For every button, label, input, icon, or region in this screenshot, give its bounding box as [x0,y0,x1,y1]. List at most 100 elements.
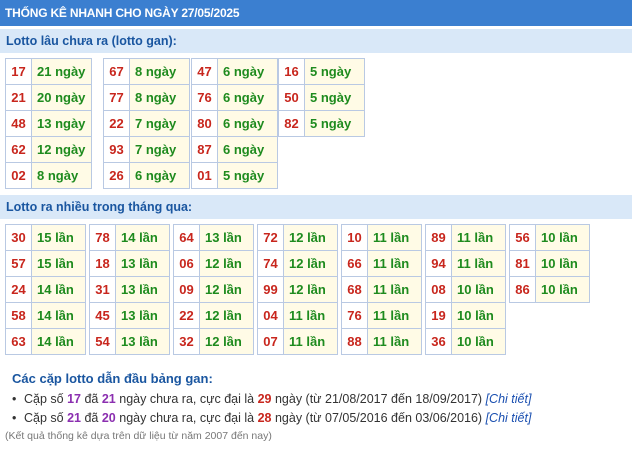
footnote: (Kết quả thống kê dựa trên dữ liệu từ nă… [5,430,272,442]
lotto-number: 64 [173,224,200,251]
pair-text: ngày chưa ra, cực đại là [115,392,258,406]
lotto-number: 26 [103,162,130,189]
lotto-count: 6 ngày [217,136,278,163]
table-row: 02 8 ngày [5,162,92,189]
lotto-count: 13 lần [115,276,170,303]
lotto-number: 62 [5,136,32,163]
detail-link[interactable]: [Chi tiết] [486,411,532,425]
pairs-title: Các cặp lotto dẫn đầu bảng gan: [12,371,213,386]
table-row: 88 11 lần [341,328,422,355]
table-row: 80 6 ngày [191,110,278,137]
lotto-count: 13 lần [115,302,170,329]
table-row: 08 10 lần [425,276,506,303]
lotto-number: 54 [89,328,116,355]
table-row: 04 11 lần [257,302,338,329]
table-row: 76 6 ngày [191,84,278,111]
lotto-number: 56 [509,224,536,251]
table-row: 47 6 ngày [191,58,278,85]
lotto-number: 22 [103,110,130,137]
table-row: 06 12 lần [173,250,254,277]
lotto-number: 67 [103,58,130,85]
lotto-table: 30 15 lần 57 15 lần 24 14 lần 58 14 lần 63 14 lần [5,224,86,355]
lotto-table: 67 8 ngày 77 8 ngày 22 7 ngày 93 7 ngày 26 6 ngày [103,58,190,189]
lotto-number: 47 [191,58,218,85]
lotto-count: 11 lần [283,302,338,329]
lotto-count: 12 lần [199,328,254,355]
pair-days: 20 [101,411,116,425]
table-row: 63 14 lần [5,328,86,355]
table-row: 22 7 ngày [103,110,190,137]
lotto-number: 45 [89,302,116,329]
lotto-number: 86 [509,276,536,303]
lotto-table: 56 10 lần 81 10 lần 86 10 lần [509,224,590,303]
lotto-number: 94 [425,250,452,277]
table-row: 50 5 ngày [278,84,365,111]
lotto-number: 09 [173,276,200,303]
lotto-table: 89 11 lần 94 11 lần 08 10 lần 19 10 lần 36 10 lần [425,224,506,355]
table-row: 74 12 lần [257,250,338,277]
pair-range: ngày (từ 07/05/2016 đến 03/06/2016) [271,411,486,425]
lotto-number: 63 [5,328,32,355]
lotto-count: 10 lần [535,250,590,277]
lotto-number: 48 [5,110,32,137]
gan-section-title: Lotto lâu chưa ra (lotto gan): [0,29,632,53]
lotto-number: 76 [191,84,218,111]
table-row: 18 13 lần [89,250,170,277]
lotto-number: 80 [191,110,218,137]
lotto-count: 5 ngày [304,58,365,85]
lotto-count: 11 lần [367,328,422,355]
pair-text: Cặp số [24,411,68,425]
lotto-number: 07 [257,328,284,355]
lotto-number: 30 [5,224,32,251]
lotto-count: 10 lần [451,302,506,329]
detail-link[interactable]: [Chi tiết] [486,392,532,406]
lotto-table: 47 6 ngày 76 6 ngày 80 6 ngày 87 6 ngày 01 5 ngày [191,58,278,189]
lotto-table: 17 21 ngày 21 20 ngày 48 13 ngày 62 12 ngày 02 8 … [5,58,92,189]
lotto-table: 72 12 lần 74 12 lần 99 12 lần 04 11 lần 07 11 lần [257,224,338,355]
lotto-number: 68 [341,276,368,303]
pair-text: đã [81,411,102,425]
table-row: 09 12 lần [173,276,254,303]
table-row: 24 14 lần [5,276,86,303]
lotto-number: 36 [425,328,452,355]
lotto-number: 31 [89,276,116,303]
list-item: • Cặp số 21 đã 20 ngày chưa ra, cực đại l… [12,409,531,428]
lotto-count: 10 lần [535,224,590,251]
lotto-number: 19 [425,302,452,329]
table-row: 93 7 ngày [103,136,190,163]
table-row: 58 14 lần [5,302,86,329]
table-row: 76 11 lần [341,302,422,329]
table-row: 82 5 ngày [278,110,365,137]
lotto-count: 6 ngày [217,58,278,85]
table-row: 36 10 lần [425,328,506,355]
pair-range: ngày (từ 21/08/2017 đến 18/09/2017) [271,392,486,406]
pair-max: 29 [257,392,272,406]
table-row: 22 12 lần [173,302,254,329]
table-row: 01 5 ngày [191,162,278,189]
lotto-number: 02 [5,162,32,189]
lotto-number: 06 [173,250,200,277]
lotto-count: 15 lần [31,224,86,251]
lotto-number: 66 [341,250,368,277]
table-row: 16 5 ngày [278,58,365,85]
lotto-count: 20 ngày [31,84,92,111]
lotto-count: 11 lần [367,302,422,329]
lotto-count: 12 lần [199,302,254,329]
lotto-count: 13 lần [115,328,170,355]
table-row: 21 20 ngày [5,84,92,111]
lotto-number: 18 [89,250,116,277]
lotto-count: 13 ngày [31,110,92,137]
pair-number: 17 [67,392,81,406]
lotto-count: 14 lần [31,328,86,355]
lotto-number: 57 [5,250,32,277]
table-row: 45 13 lần [89,302,170,329]
lotto-count: 12 lần [199,276,254,303]
table-row: 31 13 lần [89,276,170,303]
lotto-number: 74 [257,250,284,277]
gan-grid: 17 21 ngày 21 20 ngày 48 13 ngày 62 12 ngày 02 8 … [0,58,632,190]
table-row: 19 10 lần [425,302,506,329]
lotto-number: 32 [173,328,200,355]
table-row: 32 12 lần [173,328,254,355]
lotto-number: 82 [278,110,305,137]
table-row: 89 11 lần [425,224,506,251]
